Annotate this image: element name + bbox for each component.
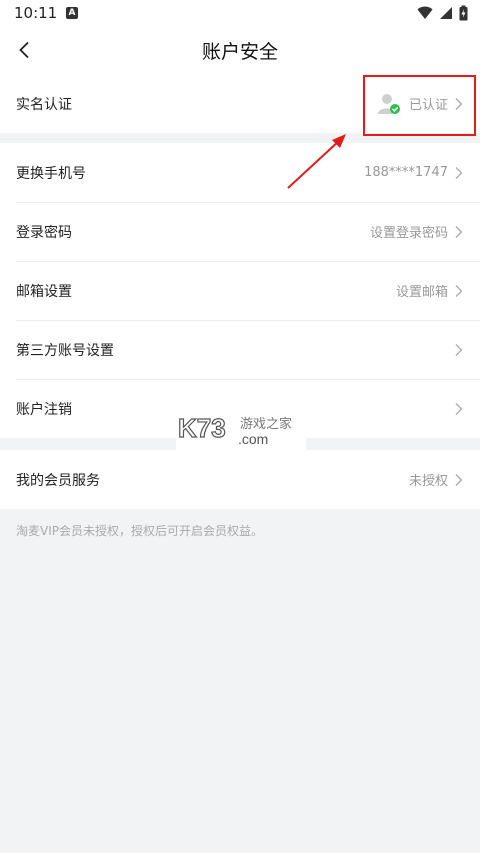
chevron-right-icon [455,97,463,110]
account-deletion-right [454,402,464,416]
change-phone-row[interactable]: 更换手机号 188****1747 [0,143,480,202]
email-settings-label: 邮箱设置 [16,283,72,300]
account-settings-section: 更换手机号 188****1747 登录密码 设置登录密码 邮箱设置 设置邮箱 … [0,143,480,438]
status-time: 10:11 [14,4,58,22]
realname-status: 已认证 [377,92,464,116]
membership-service-right: 未授权 [409,470,464,489]
status-icons [417,4,468,22]
wifi-icon [417,6,433,19]
third-party-accounts-row[interactable]: 第三方账号设置 [0,320,480,379]
membership-section: 我的会员服务 未授权 [0,450,480,509]
verified-user-icon [377,93,400,114]
third-party-accounts-right [454,343,464,357]
status-bar: 10:11 A [0,0,480,26]
realname-section: 实名认证 已认证 [0,74,480,133]
notification-icon: A [66,7,78,19]
chevron-right-icon [455,402,463,415]
signal-icon [440,7,452,19]
email-settings-row[interactable]: 邮箱设置 设置邮箱 [0,261,480,320]
membership-service-label: 我的会员服务 [16,472,100,489]
change-phone-value: 188****1747 [364,165,448,180]
login-password-row[interactable]: 登录密码 设置登录密码 [0,202,480,261]
membership-service-value: 未授权 [408,474,448,489]
chevron-right-icon [455,343,463,356]
login-password-value: 设置登录密码 [369,226,448,241]
login-password-label: 登录密码 [16,224,72,241]
battery-charging-icon [459,5,468,21]
page-title: 账户安全 [201,41,278,63]
third-party-accounts-label: 第三方账号设置 [16,342,114,359]
realname-row[interactable]: 实名认证 已认证 [0,74,480,133]
chevron-right-icon [455,225,463,238]
membership-service-row[interactable]: 我的会员服务 未授权 [0,450,480,509]
chevron-right-icon [455,284,463,297]
nav-bar: 账户安全 [0,26,480,74]
email-settings-right: 设置邮箱 [396,281,464,300]
chevron-right-icon [455,166,463,179]
email-settings-value: 设置邮箱 [395,285,448,300]
change-phone-right: 188****1747 [364,165,464,180]
chevron-right-icon [455,473,463,486]
membership-footnote: 淘麦VIP会员未授权，授权后可开启会员权益。 [16,524,263,538]
account-deletion-row[interactable]: 账户注销 [0,379,480,438]
account-deletion-label: 账户注销 [16,401,72,418]
realname-label: 实名认证 [16,96,72,113]
realname-value: 已认证 [408,98,448,113]
change-phone-label: 更换手机号 [16,165,86,182]
login-password-right: 设置登录密码 [370,222,464,241]
